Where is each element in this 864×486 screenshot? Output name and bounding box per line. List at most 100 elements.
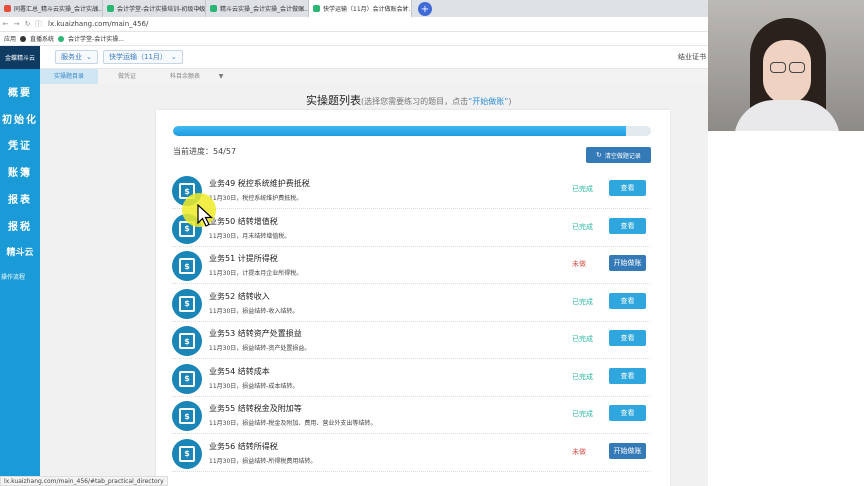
sidebar-item-init[interactable]: 初始化: [0, 111, 40, 126]
document-icon: $: [172, 251, 202, 281]
status-badge: 已完成: [572, 410, 593, 418]
list-item: $ 业务53 结转资产处置损益 11月30日，损益结转-资产处置损益。 已完成 查看: [172, 322, 650, 359]
browser-tab[interactable]: 同署汇总_精斗云实操_会计实战... ✕: [0, 0, 103, 17]
certificate-link[interactable]: 结业证书: [678, 52, 706, 62]
document-icon: $: [172, 326, 202, 356]
bookmark-live[interactable]: 直播系统: [30, 34, 54, 43]
page-subtitle-highlight: “开始做账”: [468, 97, 509, 106]
screen: 同署汇总_精斗云实操_会计实战... ✕ 会计学堂-会计实操培训-初级中级...…: [0, 0, 864, 486]
exercise-desc: 11月30日，损益结转-收入结转。: [209, 307, 299, 315]
page-subtitle-end: ): [508, 97, 512, 106]
browser-status-bar: lx.kuaizhang.com/main_456/#tab_practical…: [0, 476, 168, 486]
document-icon: $: [172, 438, 202, 469]
exercise-title: 业务49 税控系统维护费抵税: [209, 179, 310, 188]
bookmark-icon: [20, 35, 27, 42]
sidebar: 概要 初始化 凭证 账簿 报表 报税 精斗云 操作流程: [0, 69, 40, 486]
exercise-desc: 11月30日，损益结转-成本结转。: [209, 382, 299, 390]
app-logo: 金蝶精斗云: [0, 46, 40, 69]
clear-records-button[interactable]: ↻ 清空做题记录: [586, 147, 651, 163]
status-badge: 已完成: [572, 335, 593, 343]
sidebar-item-voucher[interactable]: 凭证: [0, 137, 40, 152]
company-select-value: 快学运输（11月）: [109, 53, 167, 61]
exercise-desc: 11月30日，损益结转-资产处置损益。: [209, 345, 311, 352]
glasses-icon: [770, 62, 786, 73]
back-icon[interactable]: ←: [0, 20, 11, 28]
tab-label: 会计学堂-会计实操培训-初级中级...: [117, 6, 206, 13]
view-button[interactable]: 查看: [609, 330, 646, 346]
mouse-cursor-icon: [197, 204, 214, 227]
list-item: $ 业务52 结转收入 11月30日，损益结转-收入结转。 已完成 查看: [172, 285, 650, 322]
start-button[interactable]: 开始做账: [609, 255, 646, 271]
exercise-desc: 11月30日，损益结转-税金及附加、费用、营业外支出等结转。: [209, 420, 377, 427]
page-subtitle: (选择您需要练习的题目，点击: [361, 97, 469, 106]
refresh-icon: ↻: [596, 151, 602, 159]
close-icon[interactable]: ✕: [196, 5, 202, 13]
sidebar-item-overview[interactable]: 概要: [0, 84, 40, 99]
exercise-desc: 11月30日，月末结转增值税。: [209, 232, 291, 240]
sidebar-item-report[interactable]: 报表: [0, 191, 40, 206]
view-button[interactable]: 查看: [609, 405, 646, 421]
exercise-title: 业务54 结转成本: [209, 366, 270, 376]
start-button[interactable]: 开始做账: [609, 442, 646, 459]
close-icon[interactable]: ✕: [402, 5, 408, 13]
view-button[interactable]: 查看: [609, 180, 646, 196]
bookmark-kuaixue[interactable]: 会计学堂-会计实操...: [68, 34, 124, 43]
webcam-person-face: [763, 40, 811, 104]
list-item: $ 业务56 结转所得税 11月30日，损益结转-所得税费用结转。 未做 开始做账: [172, 435, 650, 472]
status-badge: 已完成: [572, 222, 593, 231]
sidebar-item-jingdouyun[interactable]: 精斗云: [0, 245, 40, 258]
view-button[interactable]: 查看: [609, 217, 646, 234]
url-field[interactable]: lx.kuaizhang.com/main_456/: [48, 20, 148, 28]
list-item: $ 业务50 结转增值税 11月30日，月末结转增值税。 已完成 查看: [172, 210, 650, 247]
chevron-down-icon: ⌄: [86, 53, 92, 61]
exercise-title: 业务50 结转增值税: [209, 216, 278, 226]
status-badge: 已完成: [572, 372, 593, 381]
close-icon[interactable]: ✕: [299, 5, 305, 13]
tab-favicon-icon: [210, 5, 217, 12]
bookmark-apps[interactable]: 应用: [4, 34, 16, 43]
status-badge: 已完成: [572, 185, 593, 193]
progress-bar: [173, 126, 651, 136]
exercise-title: 业务52 结转收入: [209, 291, 270, 301]
forward-icon[interactable]: →: [11, 20, 22, 28]
tab-label: 同署汇总_精斗云实操_会计实战...: [14, 6, 103, 13]
sidebar-item-ledger[interactable]: 账簿: [0, 164, 40, 179]
list-item: $ 业务54 结转成本 11月30日，损益结转-成本结转。 已完成 查看: [172, 360, 650, 397]
exercise-title: 业务56 结转所得税: [209, 441, 278, 451]
bookmark-icon: [58, 35, 65, 42]
exercise-title: 业务55 结转税金及附加等: [209, 404, 302, 413]
browser-tab[interactable]: 精斗云实操_会计实操_会计做账... ✕: [206, 0, 309, 17]
webcam-overlay: [708, 0, 864, 131]
sidebar-item-tax[interactable]: 报税: [0, 218, 40, 233]
sidebar-item-process[interactable]: 操作流程: [0, 272, 40, 281]
new-tab-button[interactable]: +: [418, 2, 432, 16]
list-item: $ 业务55 结转税金及附加等 11月30日，损益结转-税金及附加、费用、营业外支出…: [172, 397, 650, 434]
status-badge: 已完成: [572, 297, 593, 306]
document-icon: $: [172, 288, 202, 319]
chevron-down-icon: ⌄: [170, 53, 177, 61]
close-icon[interactable]: ✕: [93, 5, 99, 13]
browser-tab[interactable]: 会计学堂-会计实操培训-初级中级... ✕: [103, 0, 206, 17]
view-button[interactable]: 查看: [609, 367, 646, 384]
exercise-title: 业务53 结转资产处置损益: [209, 329, 302, 338]
tab-label: 快学运输（11月）会计做账会计...: [323, 6, 412, 13]
info-icon[interactable]: ⓘ: [33, 19, 44, 29]
status-badge: 未做: [572, 447, 586, 456]
page-title: 实操题列表(选择您需要练习的题目，点击“开始做账”): [306, 92, 512, 108]
status-badge: 未做: [572, 260, 586, 268]
tab-voucher[interactable]: 做凭证: [98, 69, 156, 84]
tab-favicon-icon: [4, 5, 11, 12]
browser-tab-active[interactable]: 快学运输（11月）会计做账会计... ✕: [309, 0, 412, 17]
caret-down-icon[interactable]: ▼: [214, 69, 228, 84]
service-select-value: 服务业: [61, 53, 82, 61]
tab-practical-directory[interactable]: 实操题目录: [40, 69, 98, 84]
progress-bar-fill: [173, 126, 626, 136]
service-select[interactable]: 服务业 ⌄: [55, 50, 98, 64]
exercise-title: 业务51 计提所得税: [209, 254, 278, 263]
exercise-desc: 11月30日，税控系统维护费抵税。: [209, 195, 303, 202]
tab-favicon-icon: [107, 5, 114, 12]
view-button[interactable]: 查看: [609, 292, 646, 309]
tab-account-balance[interactable]: 科目余额表: [156, 69, 214, 84]
reload-icon[interactable]: ↻: [22, 20, 33, 28]
company-select[interactable]: 快学运输（11月） ⌄: [103, 50, 183, 64]
